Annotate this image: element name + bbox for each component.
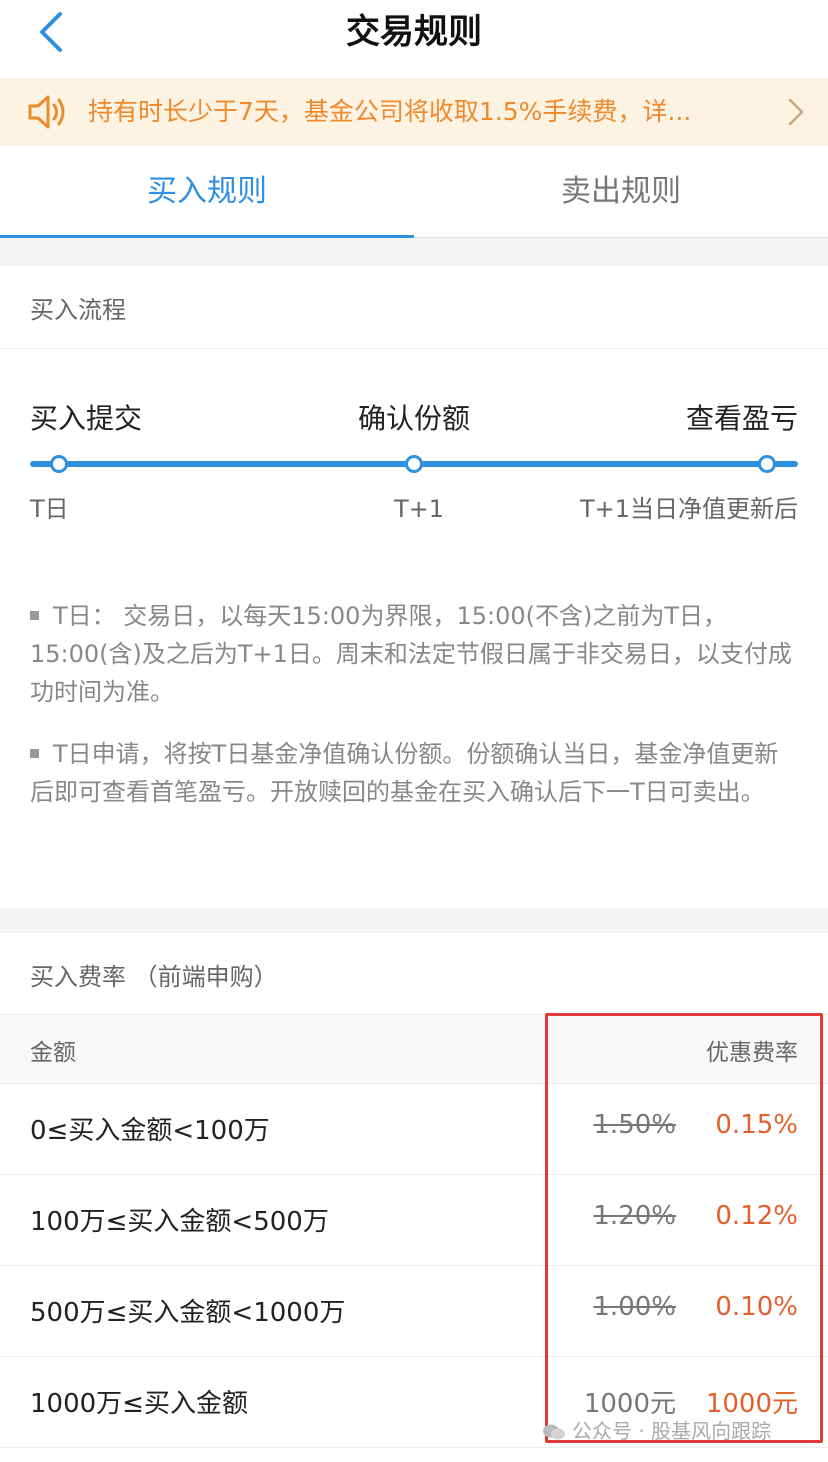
fee-section-title: 买入费率 （前端申购） <box>30 963 278 991</box>
step-day-view: T+1当日净值更新后 <box>579 495 798 523</box>
table-row: 100万≤买入金额<500万 1.20% 0.12% <box>0 1175 828 1266</box>
discount-rate: 0.15% <box>715 1110 798 1140</box>
original-rate: 1.50% <box>593 1110 676 1140</box>
original-rate: 1.00% <box>593 1292 676 1322</box>
rule-note: T日： 交易日，以每天15:00为界限，15:00(不含)之前为T日，15:00… <box>30 597 800 711</box>
table-row: 0≤买入金额<100万 1.50% 0.15% <box>0 1084 828 1175</box>
step-dot <box>50 455 68 473</box>
watermark-text: 公众号 · 股基风向跟踪 <box>572 1419 772 1443</box>
buy-process-flow: 买入提交 确认份额 查看盈亏 T日 T+1 T+1当日净值更新后 T日： 交易日… <box>0 348 828 908</box>
page-title: 交易规则 <box>346 12 482 52</box>
section-divider <box>0 908 828 932</box>
step-label-confirm: 确认份额 <box>358 402 471 435</box>
chevron-right-icon <box>788 98 804 126</box>
header-amount: 金额 <box>30 1040 76 1066</box>
rule-note: T日申请，将按T日基金净值确认份额。份额确认当日，基金净值更新后即可查看首笔盈亏… <box>30 735 800 811</box>
bullet-marker <box>30 611 39 620</box>
original-rate: 1.20% <box>593 1201 676 1231</box>
fee-notice-banner[interactable]: 持有时长少于7天，基金公司将收取1.5%手续费，详... <box>0 78 828 146</box>
fee-section-header: 买入费率 （前端申购） <box>0 932 828 1014</box>
section-divider <box>0 238 828 266</box>
amount-range: 1000万≤买入金额 <box>30 1389 248 1419</box>
nav-bar: 交易规则 <box>0 0 828 78</box>
notice-text: 持有时长少于7天，基金公司将收取1.5%手续费，详... <box>88 97 692 126</box>
step-dot <box>405 455 423 473</box>
buy-process-header: 买入流程 <box>0 266 828 348</box>
discount-rate: 0.12% <box>715 1201 798 1231</box>
speaker-icon <box>28 95 65 129</box>
tab-buy-rules[interactable]: 买入规则 <box>0 146 414 238</box>
fee-table: 金额 优惠费率 0≤买入金额<100万 1.50% 0.15% 100万≤买入金… <box>0 1014 828 1448</box>
rule-note-text: T日： 交易日，以每天15:00为界限，15:00(不含)之前为T日，15:00… <box>30 602 792 706</box>
header-rate: 优惠费率 <box>706 1040 798 1066</box>
wechat-icon <box>543 1424 565 1440</box>
amount-range: 500万≤买入金额<1000万 <box>30 1298 346 1328</box>
amount-range: 0≤买入金额<100万 <box>30 1116 270 1146</box>
step-day-confirm: T+1 <box>394 495 445 523</box>
amount-range: 100万≤买入金额<500万 <box>30 1207 329 1237</box>
table-header: 金额 优惠费率 <box>0 1014 828 1084</box>
rule-note-text: T日申请，将按T日基金净值确认份额。份额确认当日，基金净值更新后即可查看首笔盈亏… <box>30 740 779 806</box>
table-row: 500万≤买入金额<1000万 1.00% 0.10% <box>0 1266 828 1357</box>
rule-tabs: 买入规则 卖出规则 <box>0 146 828 238</box>
discount-rate: 0.10% <box>715 1292 798 1322</box>
step-dot <box>758 455 776 473</box>
bullet-marker <box>30 749 39 758</box>
step-label-view: 查看盈亏 <box>685 402 798 435</box>
watermark: 公众号 · 股基风向跟踪 <box>542 1415 771 1444</box>
buy-process-title: 买入流程 <box>30 296 126 324</box>
step-label-submit: 买入提交 <box>30 402 143 435</box>
tab-sell-rules[interactable]: 卖出规则 <box>414 146 828 238</box>
step-day-submit: T日 <box>30 495 69 523</box>
